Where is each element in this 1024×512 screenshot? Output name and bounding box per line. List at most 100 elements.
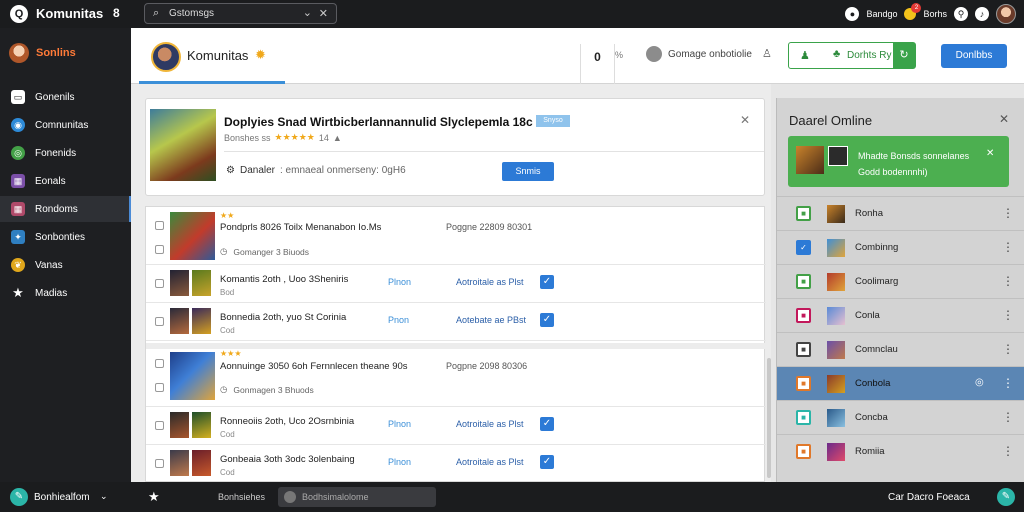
online-list-item[interactable]: ■ Concba ⋮: [777, 400, 1024, 434]
search-field[interactable]: ⌕ Gstomsgs ⌄ ✕: [144, 3, 337, 24]
chat-icon: ◎: [11, 146, 25, 160]
row-checkbox[interactable]: [155, 317, 164, 326]
featured-meta-text: Bonshes ss: [224, 132, 271, 143]
row-action[interactable]: Plnon: [388, 277, 411, 287]
check-icon[interactable]: ✓: [540, 275, 554, 289]
row-checkbox[interactable]: [155, 245, 164, 254]
highlight-card[interactable]: Mhadte Bonsds sonnelanes Godd bodennnhi)…: [788, 136, 1009, 187]
list-item[interactable]: Gonbeaia 3oth 3odc 3olenbaing Cod Plnon …: [146, 445, 766, 482]
featured-card[interactable]: Doplyies Snad Wirtbicberlannannulid Slyc…: [145, 98, 765, 196]
check-icon[interactable]: ✓: [540, 455, 554, 469]
online-list-item[interactable]: ■ Coolimarg ⋮: [777, 264, 1024, 298]
sidebar-item-madias[interactable]: ★ Madias: [0, 280, 131, 306]
view-icon[interactable]: ◎: [975, 377, 984, 388]
row-checkbox[interactable]: [155, 279, 164, 288]
app-logo-icon[interactable]: Q: [10, 5, 28, 23]
row-action[interactable]: Plnon: [388, 457, 411, 467]
collapse-toggle[interactable]: %: [615, 50, 623, 60]
notification-icon[interactable]: ●: [845, 7, 860, 21]
chevron-down-icon[interactable]: ⌄: [100, 491, 108, 502]
notification-count-badge: 2: [911, 3, 922, 13]
sidebar-item-rondoms[interactable]: ▦ Rondoms: [0, 196, 131, 222]
check-icon[interactable]: ✓: [540, 417, 554, 431]
sidebar-item-sonbonties[interactable]: ✦ Sonbonties: [0, 224, 131, 250]
search-input[interactable]: Gstomsgs: [169, 8, 214, 19]
app-extra-badge: 8: [113, 6, 120, 20]
bottom-status-label[interactable]: Bonhiealfom: [34, 492, 90, 503]
list-item[interactable]: Ronneoiis 2oth, Uco 2Osrnbinia Cod Plnon…: [146, 407, 766, 445]
row-checkbox[interactable]: [155, 383, 164, 392]
user-label[interactable]: Bandgo: [866, 9, 897, 19]
close-icon[interactable]: ✕: [999, 112, 1009, 126]
star-icon[interactable]: ★: [148, 489, 160, 505]
row-checkbox[interactable]: [155, 421, 164, 430]
row-checkbox[interactable]: [155, 459, 164, 468]
more-icon[interactable]: ⋮: [1002, 410, 1014, 424]
follow-button[interactable]: ♟ ♣ Dorhts Ry ↻: [788, 42, 916, 69]
emoji-icon[interactable]: [284, 491, 296, 503]
community-avatar[interactable]: [151, 42, 181, 72]
more-icon[interactable]: ⋮: [1002, 308, 1014, 322]
more-icon[interactable]: ⋮: [1002, 206, 1014, 220]
square-icon: ■: [796, 410, 811, 425]
row-action[interactable]: Pnon: [388, 315, 409, 325]
list-group-header[interactable]: ★★★ Aonnuinge 3050 6oh Fernnlecen theane…: [146, 349, 766, 407]
thumbnail: [827, 341, 845, 359]
sidebar-item-label: Rondoms: [35, 203, 78, 215]
location-icon[interactable]: ⚲: [954, 7, 968, 21]
chat-icon[interactable]: ✎: [997, 488, 1015, 506]
sidebar-item-comnunitas[interactable]: ◉ Comnunitas: [0, 112, 131, 138]
list-item[interactable]: Bonnedia 2oth, yuo St Corinia Cod Pnon A…: [146, 303, 766, 341]
row-action[interactable]: Plnon: [388, 419, 411, 429]
person-icon[interactable]: ♙: [762, 47, 772, 60]
comment-icon: ▲: [332, 132, 342, 143]
message-input[interactable]: Bodhsimalolome: [278, 487, 436, 507]
check-icon[interactable]: ✓: [540, 313, 554, 327]
online-item-name: Romiia: [855, 446, 885, 457]
more-icon[interactable]: ⋮: [1002, 376, 1014, 390]
status-icon[interactable]: ✎: [10, 488, 28, 506]
more-icon[interactable]: ⋮: [1002, 342, 1014, 356]
avatar[interactable]: [996, 4, 1016, 24]
expand-icon[interactable]: ✕: [986, 148, 994, 159]
sidebar-brand[interactable]: Sonlins: [9, 43, 76, 63]
leaf-icon: ♣: [833, 48, 841, 60]
close-icon[interactable]: ✕: [319, 7, 328, 20]
chevron-down-icon[interactable]: ⌄: [303, 6, 312, 19]
bell-icon[interactable]: ♪: [975, 7, 989, 21]
featured-rating: 14: [318, 132, 329, 143]
online-list-item[interactable]: ■ Romiia ⋮: [777, 434, 1024, 468]
sidebar-item-gonenils[interactable]: ▭ Gonenils: [0, 84, 131, 110]
online-list-item[interactable]: ■ Ronha ⋮: [777, 196, 1024, 230]
nav-label[interactable]: Borhs: [923, 9, 947, 19]
sun-icon[interactable]: 2: [904, 3, 922, 20]
group-sub-text: Gomanger 3 Biuods: [233, 246, 310, 257]
game-icon: ▦: [11, 174, 25, 188]
more-icon[interactable]: ⋮: [1002, 274, 1014, 288]
list-item[interactable]: Komantis 2oth , Uoo 3Sheniris Bod Plnon …: [146, 265, 766, 303]
scrollbar[interactable]: [767, 358, 771, 478]
more-icon[interactable]: ⋮: [1002, 444, 1014, 458]
globe-icon: ◉: [11, 118, 25, 132]
refresh-icon[interactable]: ↻: [893, 43, 915, 68]
online-list-item[interactable]: ■ Conla ⋮: [777, 298, 1024, 332]
donate-button[interactable]: Donlbbs: [941, 44, 1007, 68]
sidebar-item-fonenids[interactable]: ◎ Fonenids: [0, 140, 131, 166]
header-user[interactable]: Gomage onbotiolie: [646, 46, 752, 62]
more-icon[interactable]: ⋮: [1002, 240, 1014, 254]
sidebar-item-eonals[interactable]: ▦ Eonals: [0, 168, 131, 194]
list-group-header[interactable]: ★★ Pondprls 8026 Toilx Menanabon Io.Ms P…: [146, 207, 766, 265]
member-count: 0: [580, 44, 615, 84]
sidebar-item-vanas[interactable]: ❦ Vanas: [0, 252, 131, 278]
home-icon: ▭: [11, 90, 25, 104]
online-list-item[interactable]: ✓ Combinng ⋮: [777, 230, 1024, 264]
featured-meta: Bonshes ss ★★★★★ 14 ▲: [224, 132, 342, 143]
online-list-item[interactable]: ■ Comnclau ⋮: [777, 332, 1024, 366]
online-list-item-selected[interactable]: ■ Conbola ◎ ⋮: [777, 366, 1024, 400]
gear-icon: ⚙: [226, 165, 235, 176]
row-checkbox[interactable]: [155, 221, 164, 230]
row-checkbox[interactable]: [155, 359, 164, 368]
thumbnail: [827, 239, 845, 257]
close-icon[interactable]: ✕: [740, 113, 750, 127]
featured-submit-button[interactable]: Snmis: [502, 162, 554, 181]
